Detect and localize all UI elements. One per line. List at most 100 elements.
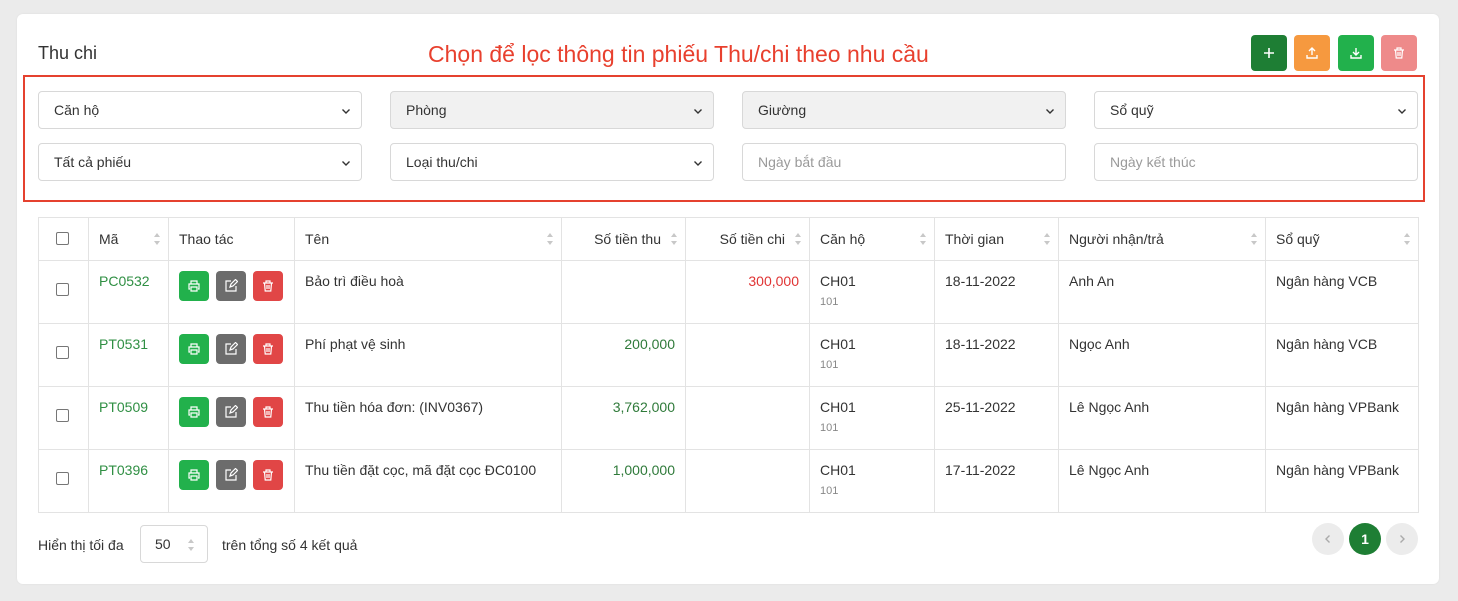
row-select-cell: [38, 386, 89, 450]
edit-button[interactable]: [216, 397, 246, 427]
col-apartment-label: Căn hộ: [820, 231, 866, 247]
chevron-down-icon: [342, 109, 350, 114]
edit-button[interactable]: [216, 271, 246, 301]
fund-book-select[interactable]: Sổ quỹ: [1094, 91, 1418, 129]
main-card: Thu chi Chọn để lọc thông tin phiếu Thu/…: [17, 14, 1439, 584]
voucher-code-link[interactable]: PT0531: [88, 323, 169, 387]
col-actions-label: Thao tác: [179, 231, 234, 247]
print-button[interactable]: [179, 397, 209, 427]
apartment-code: CH01: [820, 399, 856, 415]
total-results: trên tổng số 4 kết quả: [222, 537, 358, 553]
col-amount-out[interactable]: Số tiền chi: [685, 217, 810, 261]
page-title: Thu chi: [38, 43, 98, 63]
voucher-time: 25-11-2022: [934, 386, 1059, 450]
delete-button[interactable]: [253, 334, 283, 364]
spinner-arrows-icon: [188, 539, 194, 551]
select-all-cell: [38, 217, 89, 261]
chevron-down-icon: [1046, 109, 1054, 114]
apartment-select-label: Căn hộ: [54, 102, 100, 118]
apartment-select[interactable]: Căn hộ: [38, 91, 362, 129]
col-code[interactable]: Mã: [88, 217, 169, 261]
voucher-code-link[interactable]: PT0509: [88, 386, 169, 450]
voucher-code-link[interactable]: PC0532: [88, 260, 169, 324]
type-select[interactable]: Loại thu/chi: [390, 143, 714, 181]
sort-icon: [154, 233, 160, 245]
col-person[interactable]: Người nhận/trả: [1058, 217, 1266, 261]
sort-icon: [1044, 233, 1050, 245]
edit-icon: [225, 468, 238, 481]
row-checkbox[interactable]: [56, 283, 69, 296]
delete-selected-button[interactable]: [1381, 35, 1417, 71]
apartment-code: CH01: [820, 336, 856, 352]
voucher-person: Ngọc Anh: [1058, 323, 1266, 387]
table-row: PC0532 Bảo trì điều hoà 300,000 CH01 101 …: [38, 260, 1419, 324]
col-time[interactable]: Thời gian: [934, 217, 1059, 261]
page-size-select[interactable]: 50: [140, 525, 208, 563]
row-actions: [168, 260, 295, 324]
col-fund-book-label: Sổ quỹ: [1276, 231, 1320, 247]
trash-icon: [263, 406, 273, 418]
start-date-input[interactable]: Ngày bắt đầu: [742, 143, 1066, 181]
edit-icon: [225, 342, 238, 355]
col-person-label: Người nhận/trả: [1069, 231, 1164, 247]
col-name-label: Tên: [305, 231, 330, 247]
bed-select-label: Giường: [758, 102, 807, 118]
print-button[interactable]: [179, 460, 209, 490]
table-row: PT0531 Phí phạt vệ sinh 200,000 CH01 101 …: [38, 323, 1419, 387]
start-date-placeholder: Ngày bắt đầu: [758, 154, 842, 170]
printer-icon: [188, 469, 200, 481]
page-1-button[interactable]: 1: [1349, 523, 1381, 555]
voucher-fund-book: Ngân hàng VCB: [1265, 260, 1419, 324]
row-checkbox[interactable]: [56, 409, 69, 422]
col-name[interactable]: Tên: [294, 217, 562, 261]
amount-out: 300,000: [685, 260, 810, 324]
sort-icon: [920, 233, 926, 245]
col-amount-out-label: Số tiền chi: [719, 231, 785, 247]
row-actions: [168, 323, 295, 387]
add-button[interactable]: [1251, 35, 1287, 71]
apartment-cell: CH01 101: [809, 449, 935, 513]
print-button[interactable]: [179, 271, 209, 301]
apartment-cell: CH01 101: [809, 386, 935, 450]
delete-button[interactable]: [253, 397, 283, 427]
upload-button[interactable]: [1294, 35, 1330, 71]
table-row: PT0396 Thu tiền đặt cọc, mã đặt cọc ĐC01…: [38, 449, 1419, 513]
delete-button[interactable]: [253, 460, 283, 490]
room-number: 101: [820, 422, 839, 434]
col-time-label: Thời gian: [945, 231, 1004, 247]
voucher-filter-select[interactable]: Tất cả phiếu: [38, 143, 362, 181]
col-amount-in[interactable]: Số tiền thu: [561, 217, 686, 261]
row-checkbox[interactable]: [56, 346, 69, 359]
edit-button[interactable]: [216, 334, 246, 364]
bed-select[interactable]: Giường: [742, 91, 1066, 129]
col-apartment[interactable]: Căn hộ: [809, 217, 935, 261]
trash-icon: [263, 343, 273, 355]
row-checkbox[interactable]: [56, 472, 69, 485]
voucher-person: Lê Ngọc Anh: [1058, 449, 1266, 513]
voucher-code-link[interactable]: PT0396: [88, 449, 169, 513]
sort-icon: [1251, 233, 1257, 245]
type-select-label: Loại thu/chi: [406, 154, 478, 170]
voucher-fund-book: Ngân hàng VPBank: [1265, 449, 1419, 513]
next-page-button[interactable]: [1386, 523, 1418, 555]
print-button[interactable]: [179, 334, 209, 364]
voucher-name: Bảo trì điều hoà: [294, 260, 562, 324]
voucher-fund-book: Ngân hàng VPBank: [1265, 386, 1419, 450]
delete-button[interactable]: [253, 271, 283, 301]
amount-in: 1,000,000: [561, 449, 686, 513]
trash-icon: [1394, 47, 1404, 59]
col-amount-in-label: Số tiền thu: [594, 231, 661, 247]
voucher-person: Lê Ngọc Anh: [1058, 386, 1266, 450]
col-fund-book[interactable]: Sổ quỹ: [1265, 217, 1419, 261]
edit-button[interactable]: [216, 460, 246, 490]
amount-in: 200,000: [561, 323, 686, 387]
edit-icon: [225, 405, 238, 418]
room-select[interactable]: Phòng: [390, 91, 714, 129]
end-date-input[interactable]: Ngày kết thúc: [1094, 143, 1418, 181]
prev-page-button[interactable]: [1312, 523, 1344, 555]
select-all-checkbox[interactable]: [56, 232, 69, 245]
download-button[interactable]: [1338, 35, 1374, 71]
chevron-down-icon: [342, 161, 350, 166]
upload-icon: [1306, 47, 1318, 59]
room-number: 101: [820, 296, 839, 308]
